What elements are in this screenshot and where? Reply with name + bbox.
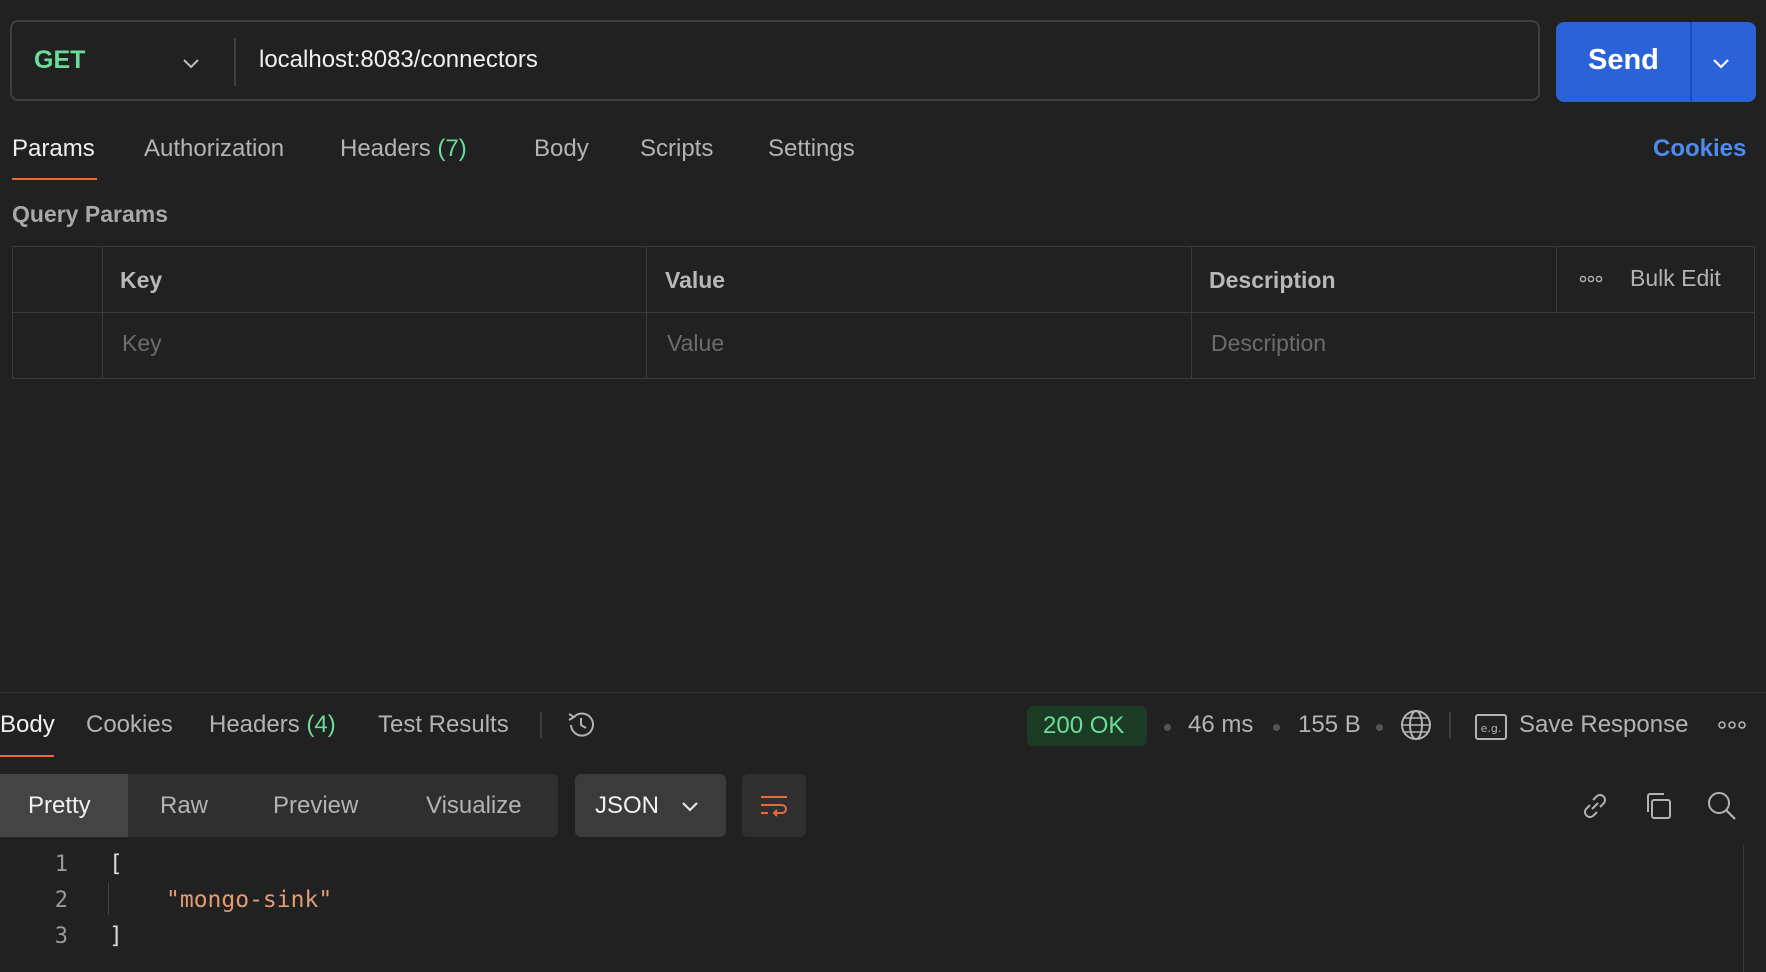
chevron-down-icon[interactable] [180, 52, 202, 74]
mode-raw[interactable]: Raw [160, 792, 208, 820]
response-time[interactable]: 46 ms [1188, 711, 1253, 739]
language-label: JSON [595, 792, 660, 819]
scrollbar-track[interactable] [1743, 845, 1744, 972]
tab-test-results[interactable]: Test Results [378, 711, 509, 739]
status-badge: 200 OK [1027, 706, 1147, 746]
response-size[interactable]: 155 B [1298, 711, 1361, 739]
query-params-table: Key Value Description Bulk Edit Key Valu… [12, 246, 1755, 379]
chevron-down-icon [682, 802, 698, 812]
url-input[interactable]: localhost:8083/connectors [259, 46, 538, 74]
line-number: 2 [54, 888, 68, 913]
bulk-edit-button[interactable]: Bulk Edit [1630, 265, 1721, 292]
history-icon[interactable] [564, 708, 598, 742]
mode-preview[interactable]: Preview [273, 792, 358, 820]
value-input[interactable]: Value [667, 330, 724, 357]
tab-headers[interactable]: Headers (7) [340, 135, 467, 163]
tab-headers-label: Headers [340, 135, 431, 162]
active-tab-indicator [0, 755, 54, 757]
meta-separator [1376, 724, 1383, 731]
language-select[interactable]: JSON [575, 774, 726, 837]
tab-settings[interactable]: Settings [768, 135, 855, 163]
example-icon[interactable]: e.g. [1474, 710, 1508, 744]
description-input[interactable]: Description [1211, 330, 1326, 357]
table-column-divider [646, 247, 647, 378]
headers-count: (7) [437, 135, 467, 162]
meta-separator [1273, 724, 1280, 731]
tab-separator [540, 712, 542, 738]
view-mode-group: Pretty Raw Preview Visualize [0, 774, 558, 837]
tab-response-body[interactable]: Body [0, 711, 55, 739]
copy-icon[interactable] [1641, 789, 1675, 823]
method-select[interactable]: GET [34, 46, 85, 75]
code-line: [ [109, 851, 123, 877]
svg-text:e.g.: e.g. [1481, 722, 1502, 735]
save-response-button[interactable]: Save Response [1519, 711, 1688, 739]
tab-response-headers[interactable]: Headers (4) [209, 711, 336, 739]
table-column-divider [1191, 247, 1192, 378]
globe-icon[interactable] [1399, 708, 1433, 742]
code-line: ] [109, 923, 123, 949]
response-headers-count: (4) [306, 711, 336, 738]
indent-guide [108, 883, 109, 915]
tab-response-headers-label: Headers [209, 711, 300, 738]
url-divider [234, 38, 236, 86]
tab-params[interactable]: Params [12, 135, 95, 163]
line-number: 3 [54, 924, 68, 949]
send-button-group: Send [1556, 22, 1756, 102]
table-column-divider [1556, 247, 1557, 312]
status-code: 200 OK [1043, 712, 1125, 739]
response-divider [0, 692, 1766, 693]
table-divider [13, 312, 1754, 313]
search-icon[interactable] [1705, 789, 1739, 823]
url-bar: GET localhost:8083/connectors [10, 20, 1540, 101]
meta-separator [1164, 724, 1171, 731]
more-icon[interactable] [1715, 708, 1749, 742]
chevron-down-icon[interactable] [1709, 51, 1733, 75]
table-column-divider [102, 247, 103, 378]
send-button[interactable]: Send [1588, 44, 1659, 77]
column-header-value: Value [665, 267, 726, 293]
tab-authorization[interactable]: Authorization [144, 135, 284, 163]
send-divider [1690, 22, 1692, 102]
mode-pretty[interactable]: Pretty [28, 792, 91, 820]
column-header-key: Key [120, 267, 163, 293]
meta-divider [1449, 712, 1451, 738]
key-input[interactable]: Key [122, 330, 162, 357]
mode-visualize[interactable]: Visualize [426, 792, 522, 820]
code-line: "mongo-sink" [166, 887, 333, 913]
column-header-description: Description [1209, 267, 1336, 293]
active-tab-indicator [12, 178, 97, 180]
tab-body[interactable]: Body [534, 135, 589, 163]
cookies-link[interactable]: Cookies [1653, 135, 1746, 163]
line-number: 1 [54, 852, 68, 877]
tab-scripts[interactable]: Scripts [640, 135, 713, 163]
link-icon[interactable] [1578, 789, 1612, 823]
tab-response-cookies[interactable]: Cookies [86, 711, 173, 739]
more-icon[interactable] [1578, 269, 1604, 289]
query-params-title: Query Params [12, 201, 168, 227]
wrap-lines-button[interactable] [742, 774, 806, 837]
wrap-lines-icon [761, 796, 787, 817]
